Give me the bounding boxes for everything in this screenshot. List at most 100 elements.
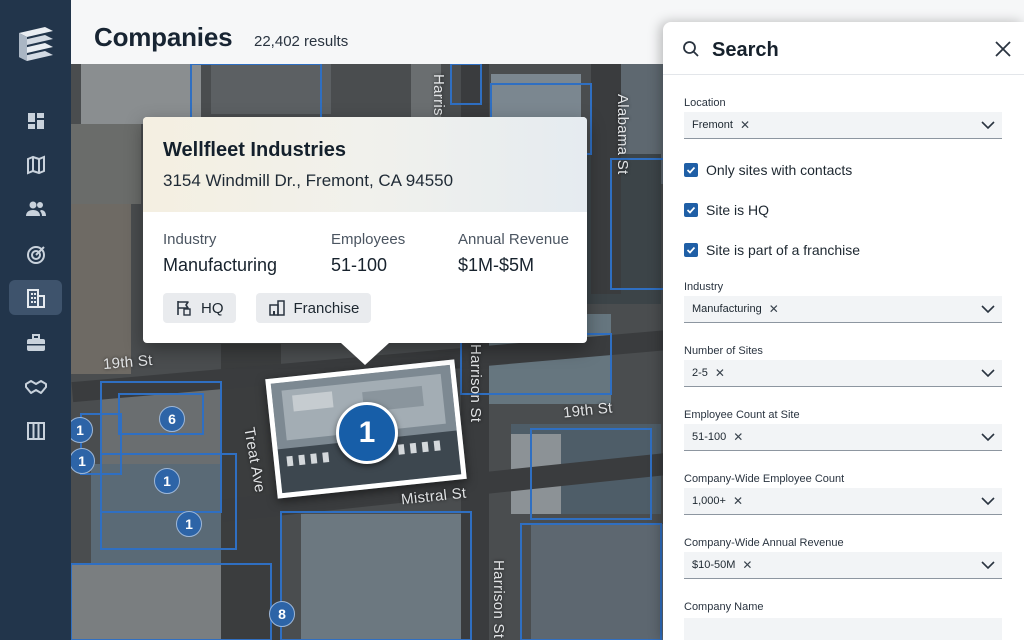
dashboard-icon bbox=[27, 112, 44, 129]
nav-map[interactable] bbox=[9, 147, 62, 182]
checkbox-contacts[interactable]: Only sites with contacts bbox=[684, 162, 852, 178]
company-stats: Industry Manufacturing Employees 51-100 … bbox=[143, 212, 587, 275]
search-panel: Search Location Fremont ✕ Only sites wit… bbox=[663, 22, 1024, 640]
flag-icon bbox=[177, 301, 191, 316]
handshake-icon bbox=[24, 379, 47, 394]
checkbox-checked-icon[interactable] bbox=[684, 163, 698, 177]
chip-remove-icon[interactable]: ✕ bbox=[740, 118, 750, 132]
industry-select[interactable]: Manufacturing ✕ bbox=[684, 296, 1002, 323]
company-name-input[interactable] bbox=[684, 618, 1002, 640]
stat-value: Manufacturing bbox=[163, 255, 278, 275]
nav-companies[interactable] bbox=[9, 280, 62, 315]
street-label-harrison-top: Harris bbox=[430, 74, 447, 116]
nav-rail bbox=[0, 0, 71, 640]
industry-chip: Manufacturing ✕ bbox=[692, 302, 779, 316]
stat-employees: Employees 51-100 bbox=[331, 231, 405, 276]
street-label-harrison-bottom: Harrison St bbox=[490, 560, 507, 639]
sites-select[interactable]: 2-5 ✕ bbox=[684, 360, 1002, 387]
tag-franchise: Franchise bbox=[255, 293, 372, 323]
chevron-down-icon[interactable] bbox=[980, 303, 996, 315]
company-popup: Wellfleet Industries 3154 Windmill Dr., … bbox=[143, 117, 587, 365]
search-icon bbox=[683, 41, 699, 57]
nav-columns[interactable] bbox=[9, 413, 62, 448]
location-chip: Fremont ✕ bbox=[692, 118, 750, 132]
chip-remove-icon[interactable]: ✕ bbox=[769, 302, 779, 316]
employee-company-select[interactable]: 1,000+ ✕ bbox=[684, 488, 1002, 515]
companies-icon bbox=[26, 288, 45, 308]
checkbox-checked-icon[interactable] bbox=[684, 203, 698, 217]
nav-targets[interactable] bbox=[9, 236, 62, 271]
chevron-down-icon[interactable] bbox=[980, 431, 996, 443]
cluster-pin[interactable]: 6 bbox=[159, 406, 185, 432]
page-title: Companies bbox=[94, 22, 233, 52]
location-label: Location bbox=[684, 97, 726, 109]
revenue-chip: $10-50M ✕ bbox=[692, 558, 752, 572]
company-tags: HQ Franchise bbox=[163, 293, 372, 323]
chip-label: $10-50M bbox=[692, 559, 736, 571]
tag-label: HQ bbox=[201, 299, 224, 317]
franchise-building-icon bbox=[268, 300, 285, 316]
stat-value: 51-100 bbox=[331, 255, 388, 275]
location-select[interactable]: Fremont ✕ bbox=[684, 112, 1002, 139]
stat-label: Employees bbox=[331, 231, 406, 248]
nav-deals[interactable] bbox=[9, 369, 62, 404]
tag-hq: HQ bbox=[163, 293, 236, 323]
chip-label: 1,000+ bbox=[692, 495, 726, 507]
columns-icon bbox=[26, 421, 45, 440]
nav-briefcase[interactable] bbox=[9, 325, 62, 360]
stat-revenue: Annual Revenue $1M-$5M bbox=[458, 231, 569, 276]
chevron-down-icon[interactable] bbox=[980, 119, 996, 131]
company-address: 3154 Windmill Dr., Fremont, CA 94550 bbox=[163, 171, 454, 190]
chip-remove-icon[interactable]: ✕ bbox=[733, 430, 743, 444]
app-logo-icon[interactable] bbox=[15, 23, 57, 67]
street-label-alabama: Alabama St bbox=[614, 94, 631, 175]
close-icon[interactable] bbox=[994, 40, 1012, 58]
chevron-down-icon[interactable] bbox=[980, 495, 996, 507]
chip-label: Manufacturing bbox=[692, 303, 762, 315]
chip-label: 51-100 bbox=[692, 431, 727, 443]
people-icon bbox=[25, 201, 46, 216]
chip-label: Fremont bbox=[692, 119, 733, 131]
employee-site-chip: 51-100 ✕ bbox=[692, 430, 743, 444]
cluster-pin[interactable]: 1 bbox=[176, 511, 202, 537]
briefcase-icon bbox=[26, 333, 45, 351]
result-count: 22,402 results bbox=[254, 33, 349, 50]
nav-dashboard[interactable] bbox=[9, 103, 62, 138]
company-name[interactable]: Wellfleet Industries bbox=[163, 139, 567, 162]
chevron-down-icon[interactable] bbox=[980, 559, 996, 571]
revenue-select[interactable]: $10-50M ✕ bbox=[684, 552, 1002, 579]
chip-label: 2-5 bbox=[692, 367, 708, 379]
cluster-pin[interactable]: 1 bbox=[154, 468, 180, 494]
stat-label: Industry bbox=[163, 231, 217, 248]
company-name-label: Company Name bbox=[684, 601, 764, 613]
stat-industry: Industry Manufacturing bbox=[163, 231, 277, 276]
chip-remove-icon[interactable]: ✕ bbox=[715, 366, 725, 380]
chip-remove-icon[interactable]: ✕ bbox=[742, 558, 752, 572]
employee-site-label: Employee Count at Site bbox=[684, 409, 800, 421]
checkbox-label: Only sites with contacts bbox=[706, 162, 853, 178]
checkbox-label: Site is HQ bbox=[706, 202, 770, 218]
revenue-label: Company-Wide Annual Revenue bbox=[684, 537, 844, 549]
tag-label: Franchise bbox=[293, 299, 360, 317]
target-icon bbox=[26, 245, 45, 264]
employee-company-chip: 1,000+ ✕ bbox=[692, 494, 743, 508]
sites-label: Number of Sites bbox=[684, 345, 763, 357]
chevron-down-icon[interactable] bbox=[980, 367, 996, 379]
sites-chip: 2-5 ✕ bbox=[692, 366, 725, 380]
industry-label: Industry bbox=[684, 281, 724, 293]
selected-company-pin[interactable]: 1 bbox=[336, 402, 398, 464]
checkbox-hq[interactable]: Site is HQ bbox=[684, 202, 769, 218]
popup-header: Wellfleet Industries 3154 Windmill Dr., … bbox=[143, 117, 587, 212]
employee-company-label: Company-Wide Employee Count bbox=[684, 473, 845, 485]
stat-label: Annual Revenue bbox=[458, 231, 569, 248]
nav-people[interactable] bbox=[9, 191, 62, 226]
street-label-harrison-mid: Harrison St bbox=[467, 344, 484, 423]
search-panel-header: Search bbox=[663, 22, 1024, 75]
checkbox-checked-icon[interactable] bbox=[684, 243, 698, 257]
checkbox-franchise[interactable]: Site is part of a franchise bbox=[684, 242, 860, 258]
stat-value: $1M-$5M bbox=[458, 255, 535, 275]
cluster-pin[interactable]: 8 bbox=[269, 601, 295, 627]
map-icon bbox=[26, 155, 45, 174]
employee-site-select[interactable]: 51-100 ✕ bbox=[684, 424, 1002, 451]
chip-remove-icon[interactable]: ✕ bbox=[733, 494, 743, 508]
